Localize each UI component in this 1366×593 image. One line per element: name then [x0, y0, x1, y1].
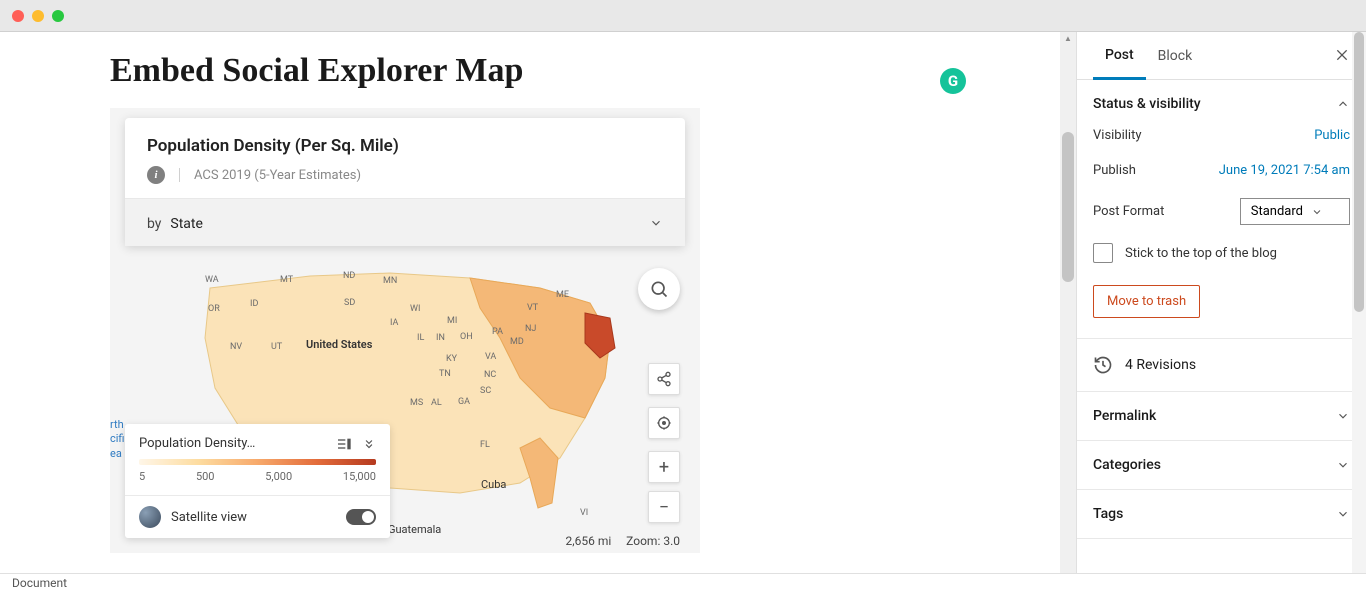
visibility-value[interactable]: Public	[1314, 128, 1350, 143]
editor-pane: ▲ Embed Social Explorer Map G WA MT ND	[0, 32, 1076, 573]
panel-categories[interactable]: Categories	[1077, 441, 1366, 489]
stick-label: Stick to the top of the blog	[1125, 246, 1277, 261]
share-icon	[656, 371, 672, 387]
post-format-select[interactable]: Standard	[1240, 198, 1350, 225]
window-maximize-dot[interactable]	[52, 10, 64, 22]
by-prefix: by	[147, 216, 161, 232]
info-icon[interactable]: i	[147, 166, 165, 184]
pacific-ocean-label: rth cifi ea	[110, 418, 125, 461]
status-bar-text: Document	[12, 576, 67, 590]
map-zoom-in-button[interactable]: +	[648, 451, 680, 483]
zoom-value: 3.0	[663, 534, 680, 548]
locate-icon	[656, 415, 672, 431]
legend-list-icon[interactable]	[336, 437, 352, 451]
map-search-button[interactable]	[638, 268, 680, 310]
window-close-dot[interactable]	[12, 10, 24, 22]
close-sidebar-button[interactable]	[1334, 44, 1350, 68]
legend-tick: 5	[139, 470, 145, 483]
satellite-thumb-icon	[139, 506, 161, 528]
legend-gradient	[139, 459, 376, 465]
map-info-card: Population Density (Per Sq. Mile) i ACS …	[125, 118, 685, 246]
chevron-up-icon	[1336, 97, 1350, 111]
by-value: State	[170, 216, 203, 232]
sidebar-scrollbar[interactable]	[1352, 32, 1366, 573]
format-value: Standard	[1251, 204, 1303, 219]
publish-label: Publish	[1093, 163, 1136, 178]
close-icon	[1334, 47, 1350, 63]
scroll-up-arrow-icon: ▲	[1064, 34, 1072, 43]
legend-tick: 500	[196, 470, 215, 483]
chevron-down-icon	[1336, 507, 1350, 521]
panel-status-header[interactable]: Status & visibility	[1077, 80, 1366, 128]
legend-title: Population Density…	[139, 436, 255, 451]
window-chrome	[0, 0, 1366, 32]
window-minimize-dot[interactable]	[32, 10, 44, 22]
chevron-down-icon	[1311, 206, 1323, 218]
legend-collapse-icon[interactable]	[362, 437, 376, 451]
panel-tags[interactable]: Tags	[1077, 490, 1366, 538]
zoom-label: Zoom:	[626, 534, 660, 548]
revisions-row[interactable]: 4 Revisions	[1077, 339, 1366, 392]
editor-scrollbar[interactable]: ▲	[1060, 32, 1076, 573]
grammarly-badge[interactable]: G	[940, 68, 966, 94]
map-info-source: ACS 2019 (5-Year Estimates)	[194, 168, 361, 183]
map-embed[interactable]: WA MT ND MN OR ID SD WI ME NV UT IA MI I…	[110, 108, 700, 553]
visibility-label: Visibility	[1093, 128, 1142, 143]
panel-permalink[interactable]: Permalink	[1077, 392, 1366, 440]
chevron-down-icon	[1336, 409, 1350, 423]
panel-title: Status & visibility	[1093, 96, 1201, 112]
editor-scroll-thumb[interactable]	[1062, 132, 1074, 282]
sidebar-tabs: Post Block	[1077, 32, 1366, 80]
grammarly-icon: G	[948, 72, 958, 90]
main-area: ▲ Embed Social Explorer Map G WA MT ND	[0, 32, 1366, 573]
map-distance: 2,656 mi	[566, 534, 612, 548]
map-info-title: Population Density (Per Sq. Mile)	[147, 136, 663, 156]
search-icon	[649, 279, 669, 299]
legend-tick: 5,000	[265, 470, 292, 483]
map-legend: Population Density… 5 500 5,000 15,000	[125, 424, 390, 538]
tab-block[interactable]: Block	[1146, 34, 1205, 78]
map-by-selector[interactable]: by State	[125, 198, 685, 246]
format-label: Post Format	[1093, 204, 1164, 219]
divider	[179, 168, 180, 182]
map-share-button[interactable]	[648, 363, 680, 395]
panel-status-visibility: Status & visibility Visibility Public Pu…	[1077, 80, 1366, 339]
page-title[interactable]: Embed Social Explorer Map	[110, 52, 1036, 90]
tab-post[interactable]: Post	[1093, 33, 1146, 80]
settings-sidebar: Post Block Status & visibility Visibilit…	[1076, 32, 1366, 573]
publish-value[interactable]: June 19, 2021 7:54 am	[1219, 163, 1350, 178]
move-to-trash-button[interactable]: Move to trash	[1093, 285, 1200, 318]
sidebar-scroll-thumb[interactable]	[1354, 32, 1364, 312]
revisions-text: 4 Revisions	[1125, 357, 1196, 373]
satellite-toggle[interactable]	[346, 509, 376, 525]
chevron-down-icon	[649, 216, 663, 230]
status-bar: Document	[0, 573, 1366, 593]
map-footer-info: 2,656 mi Zoom: 3.0	[566, 534, 680, 548]
history-icon	[1093, 355, 1113, 375]
map-controls: + −	[648, 363, 680, 523]
map-locate-button[interactable]	[648, 407, 680, 439]
chevron-down-icon	[1336, 458, 1350, 472]
satellite-label: Satellite view	[171, 510, 247, 525]
legend-tick: 15,000	[343, 470, 376, 483]
map-zoom-out-button[interactable]: −	[648, 491, 680, 523]
stick-checkbox[interactable]	[1093, 243, 1113, 263]
